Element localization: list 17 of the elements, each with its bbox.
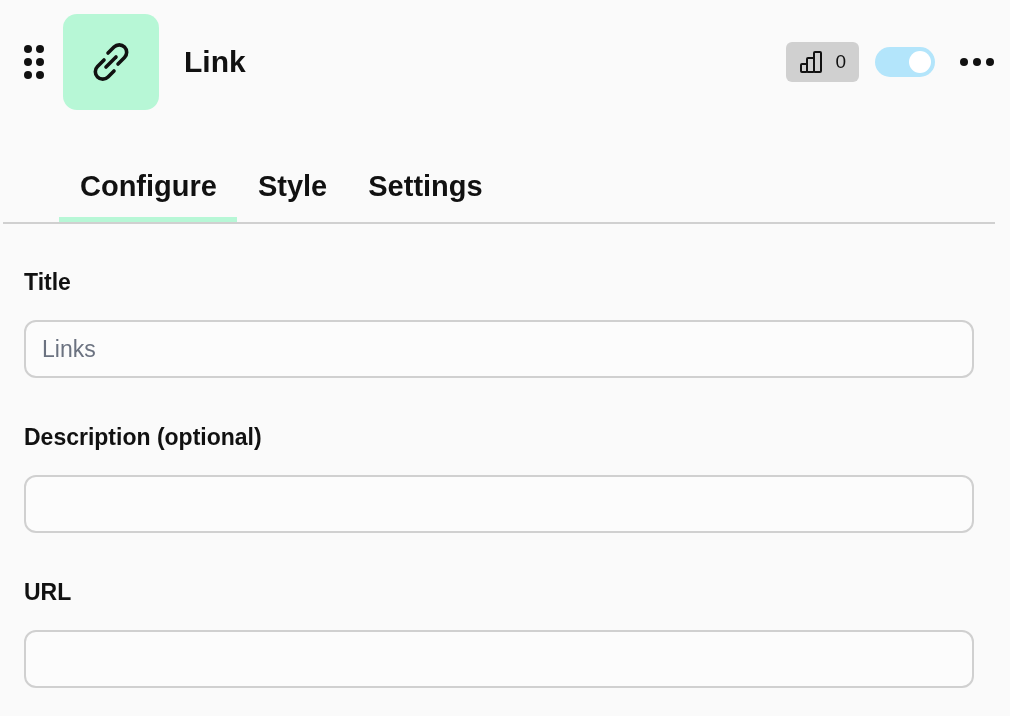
- more-options-icon[interactable]: [960, 58, 994, 66]
- tab[interactable]: Style: [236, 169, 348, 222]
- input-field[interactable]: Links: [24, 320, 974, 378]
- tab[interactable]: Configure: [59, 169, 237, 222]
- block-title: Link: [184, 45, 246, 79]
- field-label: Title: [24, 268, 71, 296]
- input-field[interactable]: [24, 630, 974, 688]
- toggle-switch[interactable]: [875, 47, 935, 77]
- field-label: URL: [24, 578, 72, 606]
- link-icon: [63, 14, 159, 110]
- bar-chart-icon: [800, 51, 825, 73]
- field-label: Description (optional): [24, 423, 262, 451]
- drag-handle-icon[interactable]: [24, 45, 44, 79]
- stats-badge[interactable]: 0: [786, 42, 859, 82]
- badge-count: 0: [835, 51, 846, 73]
- tab[interactable]: Settings: [347, 169, 503, 222]
- input-field[interactable]: [24, 475, 974, 533]
